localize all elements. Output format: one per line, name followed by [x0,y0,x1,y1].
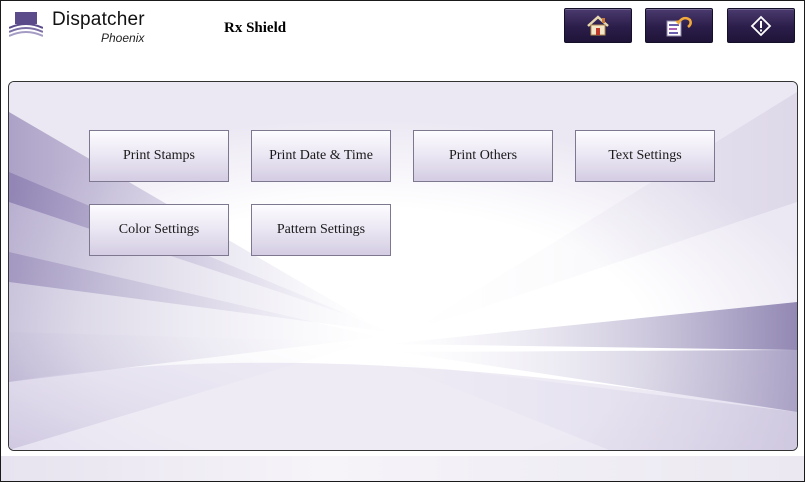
color-settings-button[interactable]: Color Settings [89,204,229,256]
logo-subtitle: Phoenix [101,31,145,45]
app-window: Dispatcher Phoenix Rx Shield Print Stamp… [0,0,805,482]
footer-strip [1,456,804,481]
main-panel: Print Stamps Print Date & Time Print Oth… [8,81,798,451]
app-title: Rx Shield [224,20,287,36]
print-stamps-button[interactable]: Print Stamps [89,130,229,182]
text-settings-button[interactable]: Text Settings [575,130,715,182]
print-others-button[interactable]: Print Others [413,130,553,182]
pattern-settings-button[interactable]: Pattern Settings [251,204,391,256]
info-button[interactable] [727,8,795,43]
print-date-time-button[interactable]: Print Date & Time [251,130,391,182]
info-icon [750,15,772,36]
back-icon [666,16,692,36]
logo-icon [9,12,43,37]
logo-title: Dispatcher [52,9,145,30]
home-button[interactable] [564,8,632,43]
back-button[interactable] [645,8,713,43]
home-icon [587,14,609,35]
dispatcher-phoenix-logo: Dispatcher Phoenix [9,8,159,45]
